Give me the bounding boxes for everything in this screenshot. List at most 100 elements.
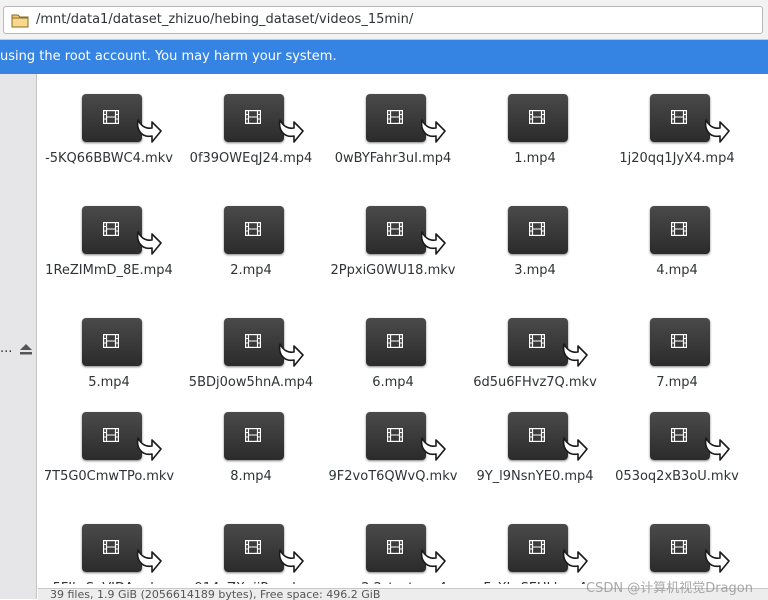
- film-icon: [529, 428, 545, 442]
- film-icon: [529, 222, 545, 236]
- file-item[interactable]: 2PpxiG0WU18.mkv: [322, 186, 464, 296]
- sidebar-device-label[interactable]: ...: [0, 341, 12, 356]
- warning-message: using the root account. You may harm you…: [0, 49, 337, 64]
- path-text[interactable]: /mnt/data1/dataset_zhizuo/hebing_dataset…: [36, 12, 413, 27]
- symlink-arrow-icon: [420, 231, 446, 255]
- file-name: 053oq2xB3oU.mkv: [615, 469, 739, 484]
- file-item[interactable]: [606, 504, 748, 584]
- video-file-icon: [224, 94, 304, 143]
- symlink-arrow-icon: [420, 549, 446, 573]
- video-file-icon: [82, 318, 142, 366]
- video-file-icon: [366, 94, 446, 143]
- film-icon: [529, 334, 545, 348]
- file-item[interactable]: 7T5G0CmwTPo.mkv: [38, 392, 180, 502]
- file-name: 5BDj0ow5hnA.mp4: [188, 375, 314, 390]
- file-item[interactable]: -5KQ66BBWC4.mkv: [38, 74, 180, 184]
- symlink-arrow-icon: [136, 437, 162, 461]
- video-file-icon: [508, 94, 568, 142]
- symlink-arrow-icon: [704, 549, 730, 573]
- root-warning-banner: using the root account. You may harm you…: [0, 40, 768, 74]
- video-file-icon: [366, 318, 426, 366]
- file-item[interactable]: FaXLsSEULlmp4: [464, 504, 606, 584]
- eject-icon[interactable]: [20, 344, 32, 355]
- file-item[interactable]: 4.mp4: [606, 186, 748, 296]
- file-item[interactable]: 9Y_l9NsnYE0.mp4: [464, 392, 606, 502]
- file-item[interactable]: 9F2voT6QWvQ.mkv: [322, 392, 464, 502]
- file-name: 2.mp4: [230, 263, 272, 278]
- file-item[interactable]: 1.mp4: [464, 74, 606, 184]
- file-name: 1j20qq1JyX4.mp4: [619, 151, 735, 166]
- folder-icon: [11, 14, 29, 28]
- video-file-icon: [224, 318, 304, 367]
- symlink-arrow-icon: [420, 437, 446, 461]
- symlink-arrow-icon: [136, 231, 162, 255]
- film-icon: [671, 540, 687, 554]
- file-item[interactable]: 2.mp4: [180, 186, 322, 296]
- video-file-icon: [650, 412, 730, 461]
- symlink-arrow-icon: [562, 437, 588, 461]
- file-item[interactable]: 0f39OWEqJ24.mp4: [180, 74, 322, 184]
- film-icon: [245, 222, 261, 236]
- film-icon: [387, 222, 403, 236]
- film-icon: [103, 334, 119, 348]
- watermark: CSDN @计算机视觉Dragon: [586, 581, 753, 596]
- video-file-icon: [366, 206, 446, 255]
- video-file-icon: [366, 412, 446, 461]
- file-name: FaXLsSEULlmp4: [464, 580, 606, 584]
- file-name: 6d5u6FHvz7Q.mkv: [473, 375, 597, 390]
- video-file-icon: [82, 94, 162, 143]
- file-item[interactable]: 053oq2xB3oU.mkv: [606, 392, 748, 502]
- video-file-icon: [224, 524, 304, 573]
- film-icon: [529, 110, 545, 124]
- symlink-arrow-icon: [136, 549, 162, 573]
- symlink-arrow-icon: [278, 119, 304, 143]
- file-name: 7.mp4: [656, 375, 698, 390]
- file-name: 5.mp4: [88, 375, 130, 390]
- file-name: 8.mp4: [230, 469, 272, 484]
- film-icon: [103, 428, 119, 442]
- film-icon: [103, 110, 119, 124]
- video-file-icon: [82, 524, 162, 573]
- file-item[interactable]: 3.mp4: [464, 186, 606, 296]
- file-name: cyc2.2_test.mp4: [322, 580, 464, 584]
- video-file-icon: [224, 206, 284, 254]
- file-item[interactable]: 0wBYFahr3uI.mp4: [322, 74, 464, 184]
- file-name: 7T5G0CmwTPo.mkv: [43, 469, 175, 484]
- film-icon: [387, 110, 403, 124]
- video-file-icon: [508, 412, 588, 461]
- file-item[interactable]: 8.mp4: [180, 392, 322, 502]
- film-icon: [387, 540, 403, 554]
- path-input[interactable]: /mnt/data1/dataset_zhizuo/hebing_dataset…: [3, 6, 763, 34]
- file-item[interactable]: 914vZXnjiPo.mkv: [180, 504, 322, 584]
- film-icon: [671, 222, 687, 236]
- file-item[interactable]: 1j20qq1JyX4.mp4: [606, 74, 748, 184]
- file-name: 0f39OWEqJ24.mp4: [189, 151, 313, 166]
- file-item[interactable]: 1ReZIMmD_8E.mp4: [38, 186, 180, 296]
- file-name: 3.mp4: [514, 263, 556, 278]
- film-icon: [245, 334, 261, 348]
- video-file-icon: [366, 524, 446, 573]
- video-file-icon: [650, 206, 710, 254]
- film-icon: [529, 540, 545, 554]
- file-name: 9Y_l9NsnYE0.mp4: [476, 469, 594, 484]
- film-icon: [103, 222, 119, 236]
- symlink-arrow-icon: [704, 119, 730, 143]
- symlink-arrow-icon: [278, 343, 304, 367]
- file-name: 1.mp4: [514, 151, 556, 166]
- file-item[interactable]: cyc2.2_test.mp4: [322, 504, 464, 584]
- file-grid: -5KQ66BBWC4.mkv 0f39OWEqJ24.mp4 0wBYFahr3u…: [38, 74, 768, 584]
- film-icon: [387, 428, 403, 442]
- file-item[interactable]: 5FIhrSuVIDA.mkv: [38, 504, 180, 584]
- film-icon: [671, 334, 687, 348]
- symlink-arrow-icon: [136, 119, 162, 143]
- film-icon: [245, 428, 261, 442]
- file-name: 6.mp4: [372, 375, 414, 390]
- status-text: 39 files, 1.9 GiB (2056614189 bytes), Fr…: [50, 588, 381, 600]
- symlink-arrow-icon: [420, 119, 446, 143]
- file-name: 9F2voT6QWvQ.mkv: [328, 469, 458, 484]
- sidebar: ...: [0, 74, 37, 599]
- location-bar: /mnt/data1/dataset_zhizuo/hebing_dataset…: [0, 0, 768, 40]
- video-file-icon: [508, 524, 588, 573]
- video-file-icon: [508, 206, 568, 254]
- file-name: 5FIhrSuVIDA.mkv: [38, 580, 180, 584]
